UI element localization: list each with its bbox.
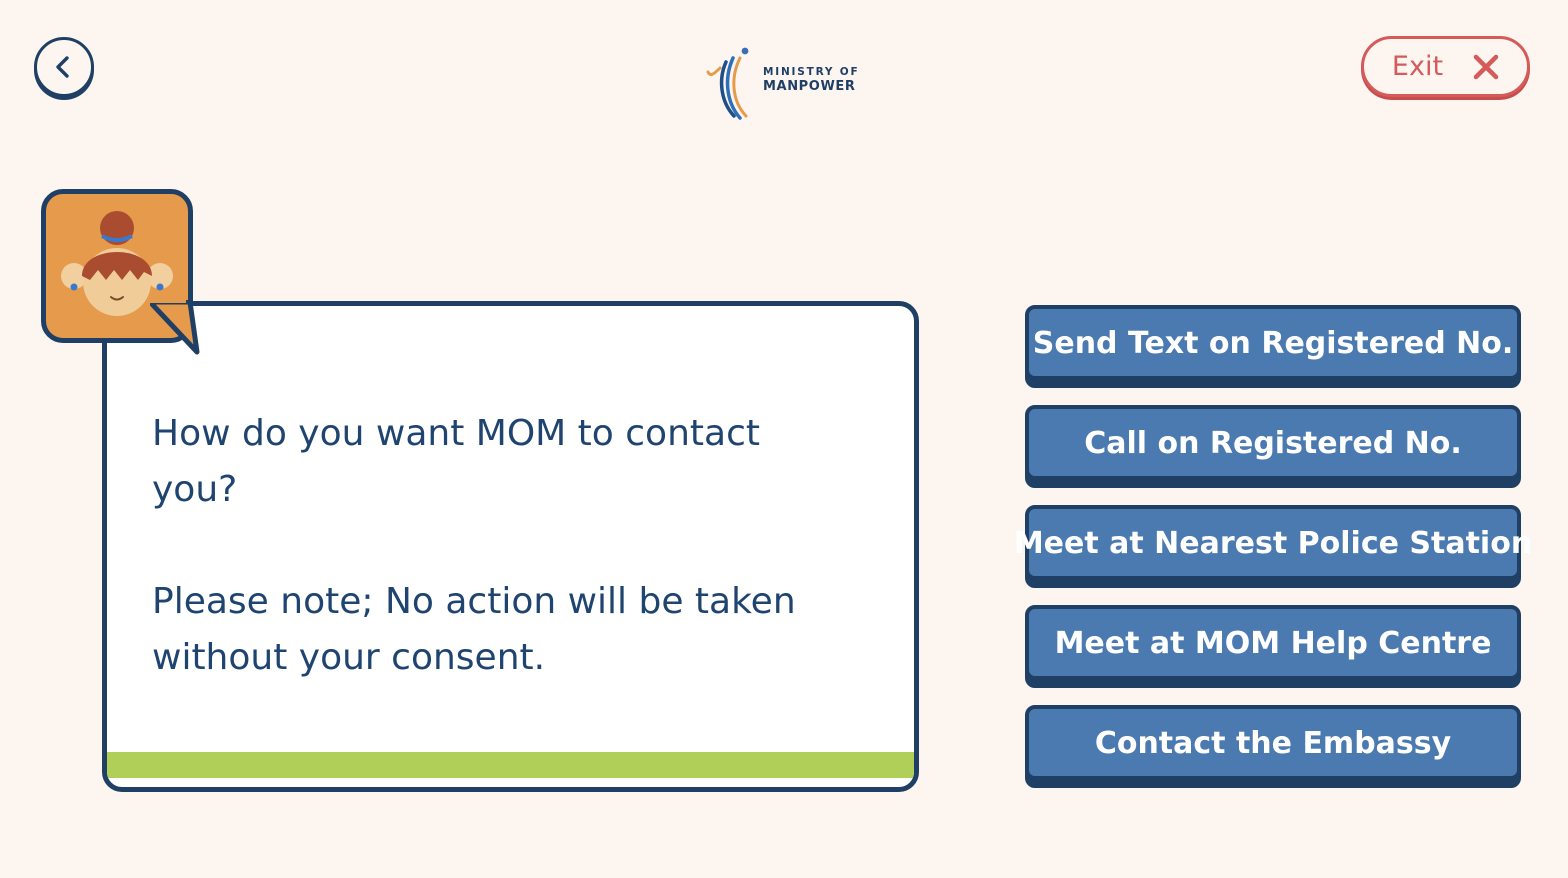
exit-label: Exit — [1391, 51, 1444, 82]
close-icon — [1473, 54, 1499, 79]
logo-line-2: MANPOWER — [763, 79, 856, 94]
message-text: How do you want MOM to contact you? Plea… — [152, 406, 812, 686]
ministry-of-manpower-logo: MINISTRY OF MANPOWER — [704, 46, 864, 122]
send-text-button[interactable]: Send Text on Registered No. — [1025, 305, 1521, 388]
help-centre-button[interactable]: Meet at MOM Help Centre — [1025, 605, 1521, 688]
logo-line-1: MINISTRY OF — [763, 66, 860, 78]
screen: MINISTRY OF MANPOWER Exit How do you wan… — [0, 0, 1568, 878]
speech-tail-icon — [150, 300, 200, 355]
contact-options: Send Text on Registered No. Call on Regi… — [1014, 305, 1532, 805]
logo-emblem-icon — [706, 47, 749, 120]
logo-text: MINISTRY OF MANPOWER — [763, 66, 859, 94]
call-button[interactable]: Call on Registered No. — [1025, 405, 1521, 488]
back-button[interactable] — [34, 37, 94, 97]
message-card: How do you want MOM to contact you? Plea… — [102, 301, 919, 792]
question-text: How do you want MOM to contact you? — [152, 413, 760, 510]
card-accent-bar — [107, 752, 914, 778]
chevron-left-icon — [56, 56, 69, 78]
note-text: Please note; No action will be taken wit… — [152, 581, 796, 678]
exit-button[interactable]: Exit — [1361, 36, 1530, 97]
police-station-button[interactable]: Meet at Nearest Police Station — [1014, 505, 1532, 588]
embassy-button[interactable]: Contact the Embassy — [1025, 705, 1521, 788]
